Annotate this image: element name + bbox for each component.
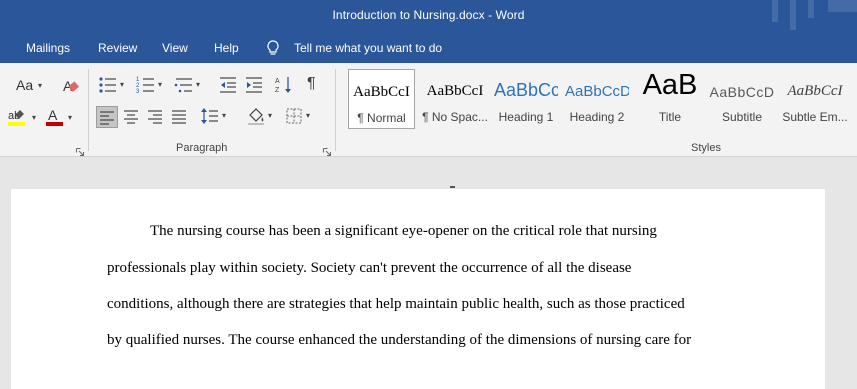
multilevel-list-button[interactable]: ▾	[174, 75, 208, 97]
title-bar: Introduction to Nursing.docx - Word	[0, 0, 857, 34]
font-dialog-launcher-icon[interactable]	[76, 143, 84, 156]
align-right-icon	[148, 110, 162, 124]
cursor-mark	[450, 186, 455, 188]
pilcrow-icon: ¶	[307, 75, 316, 92]
style-name: ¶ No Spac...	[422, 110, 488, 124]
svg-text:3: 3	[136, 89, 140, 95]
tab-review[interactable]: Review	[98, 41, 137, 55]
tell-me-label: Tell me what you want to do	[294, 41, 443, 55]
style-heading-1[interactable]: AaBbCc Heading 1	[494, 69, 558, 129]
style-heading-2[interactable]: AaBbCcD Heading 2	[565, 69, 629, 129]
styles-gallery: AaBbCcI ¶ Normal AaBbCcI ¶ No Spac... Aa…	[345, 69, 857, 129]
svg-text:A: A	[275, 78, 280, 85]
style-title[interactable]: AaB Title	[635, 69, 705, 129]
style-name: Title	[658, 110, 682, 124]
style-sample: AaBbCcI	[787, 83, 843, 99]
chevron-down-icon: ▾	[32, 113, 37, 122]
decrease-indent-button[interactable]	[218, 75, 240, 97]
align-center-button[interactable]	[121, 106, 143, 128]
show-formatting-marks-button[interactable]: ¶	[304, 75, 326, 97]
shading-button[interactable]: ▾	[246, 106, 280, 128]
paragraph-group-label: Paragraph	[176, 142, 228, 154]
document-line: professionals play within society. Socie…	[107, 260, 632, 276]
eraser-icon: A	[63, 78, 79, 94]
ribbon-tabs: Mailings Review View Help Tell me what y…	[0, 34, 857, 63]
chevron-down-icon: ▾	[38, 81, 43, 90]
justify-button[interactable]	[169, 106, 191, 128]
style-sample: AaB	[642, 69, 698, 101]
lightbulb-icon	[266, 40, 280, 59]
document-line: conditions, although there are strategie…	[107, 296, 685, 312]
document-line: The nursing course has been a significan…	[150, 223, 657, 239]
style-sample: AaBbCc	[494, 80, 558, 100]
style-name: ¶ Normal	[357, 111, 406, 125]
document-line: by qualified nurses. The course enhanced…	[107, 332, 692, 348]
document-page[interactable]: The nursing course has been a significan…	[11, 186, 825, 389]
increase-indent-icon	[246, 77, 262, 93]
paragraph-dialog-launcher-icon[interactable]	[323, 143, 331, 156]
justify-icon	[172, 110, 186, 124]
numbering-button[interactable]: 123 ▾	[136, 75, 170, 97]
style-sample: AaBbCcD	[565, 83, 629, 100]
decrease-indent-icon	[220, 77, 236, 93]
window-title: Introduction to Nursing.docx - Word	[332, 8, 525, 22]
sort-icon: AZ	[275, 77, 291, 94]
svg-text:A: A	[48, 107, 58, 123]
title-bar-decoration	[828, 0, 857, 12]
style-subtle-emphasis[interactable]: AaBbCcI Subtle Em...	[781, 69, 849, 129]
line-spacing-button[interactable]: ▾	[200, 106, 234, 128]
document-canvas: The nursing course has been a significan…	[0, 157, 857, 389]
font-color-icon: A	[46, 107, 63, 126]
line-spacing-icon	[201, 108, 218, 124]
align-left-icon	[100, 111, 114, 125]
style-sample: AaBbCcI	[353, 84, 410, 100]
chevron-down-icon: ▾	[268, 111, 273, 120]
svg-text:Z: Z	[275, 87, 280, 94]
chevron-down-icon: ▾	[158, 80, 163, 89]
chevron-down-icon: ▾	[68, 113, 73, 122]
styles-group-label: Styles	[691, 142, 721, 154]
clear-formatting-button[interactable]: A	[60, 75, 82, 97]
group-separator	[88, 69, 89, 151]
borders-button[interactable]: ▾	[284, 106, 318, 128]
font-color-button[interactable]: A ▾	[44, 106, 78, 128]
style-no-spacing[interactable]: AaBbCcI ¶ No Spac...	[420, 69, 490, 129]
chevron-down-icon: ▾	[120, 80, 125, 89]
align-center-icon	[124, 110, 138, 124]
tab-help[interactable]: Help	[214, 41, 239, 55]
title-bar-decoration	[808, 0, 814, 18]
chevron-down-icon: ▾	[196, 80, 201, 89]
style-normal[interactable]: AaBbCcI ¶ Normal	[348, 69, 415, 129]
tab-view[interactable]: View	[162, 41, 188, 55]
style-name: Subtitle	[721, 110, 763, 124]
borders-icon	[286, 108, 302, 124]
chevron-down-icon: ▾	[306, 111, 311, 120]
ribbon: Aa ▾ A ab ▾ A ▾ ▾ 123 ▾ ▾ AZ ¶ ▾ ▾ ▾ Par…	[0, 63, 857, 157]
increase-indent-button[interactable]	[244, 75, 266, 97]
text-highlight-button[interactable]: ab ▾	[6, 106, 40, 128]
title-bar-decoration	[790, 0, 796, 30]
numbered-list-icon: 123	[136, 77, 154, 95]
style-subtitle[interactable]: AaBbCcD Subtitle	[709, 69, 775, 129]
style-name: Subtle Em...	[782, 110, 848, 124]
change-case-button[interactable]: Aa ▾	[14, 75, 48, 97]
sort-button[interactable]: AZ	[274, 75, 296, 97]
chevron-down-icon: ▾	[222, 111, 227, 120]
font-size-label: Aa	[16, 77, 34, 93]
tab-mailings[interactable]: Mailings	[26, 41, 70, 55]
bullet-list-icon	[99, 77, 116, 93]
title-bar-decoration	[772, 0, 778, 22]
multilevel-list-icon	[174, 78, 192, 93]
group-separator	[335, 69, 336, 151]
align-right-button[interactable]	[145, 106, 167, 128]
style-name: Heading 2	[569, 110, 625, 124]
bullets-button[interactable]: ▾	[98, 75, 132, 97]
style-name: Heading 1	[498, 110, 554, 124]
paint-bucket-icon	[248, 108, 264, 125]
style-sample: AaBbCcD	[709, 84, 775, 100]
highlighter-icon: ab	[8, 110, 25, 126]
style-sample: AaBbCcI	[426, 83, 484, 99]
align-left-button[interactable]	[96, 106, 118, 128]
